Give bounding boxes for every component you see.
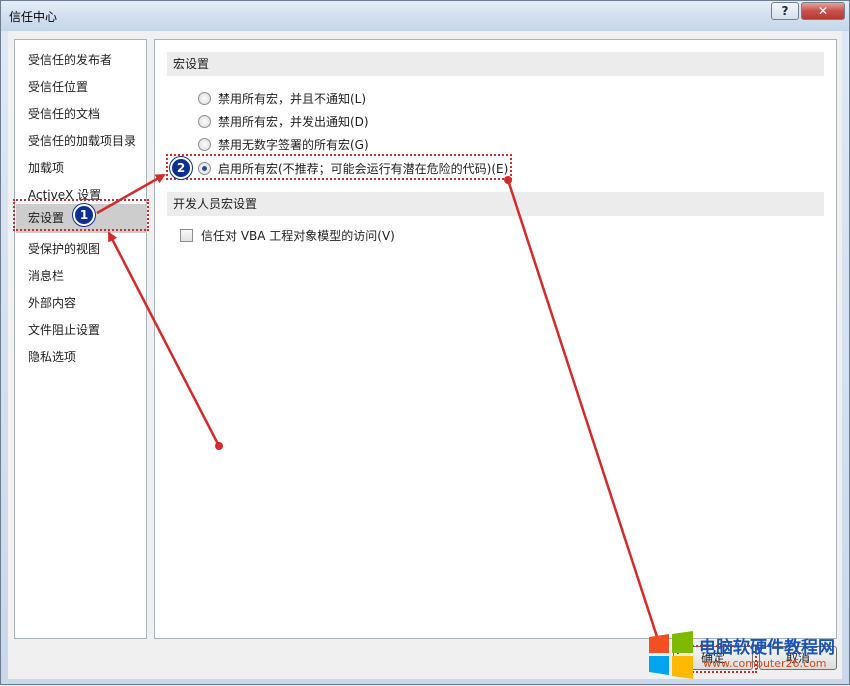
sidebar-item-privacy-options[interactable]: 隐私选项	[16, 345, 147, 369]
dialog-client-area: 受信任的发布者 受信任位置 受信任的文档 受信任的加载项目录 加载项 Activ…	[8, 31, 842, 679]
sidebar-item-message-bar[interactable]: 消息栏	[16, 264, 147, 288]
radio-disable-unsigned[interactable]: 禁用无数字签署的所有宏(G)	[198, 135, 369, 155]
radio-button[interactable]	[198, 138, 211, 151]
sidebar: 受信任的发布者 受信任位置 受信任的文档 受信任的加载项目录 加载项 Activ…	[14, 39, 147, 639]
trust-center-dialog: 信任中心 ? ✕ 受信任的发布者 受信任位置 受信任的文档 受信任的加载项目录 …	[0, 0, 850, 685]
sidebar-item-addins[interactable]: 加载项	[16, 156, 147, 180]
radio-disable-with-notify[interactable]: 禁用所有宏，并发出通知(D)	[198, 112, 369, 132]
radio-disable-no-notify[interactable]: 禁用所有宏，并且不通知(L)	[198, 89, 366, 109]
developer-settings-header: 开发人员宏设置	[167, 192, 824, 216]
sidebar-item-protected-view[interactable]: 受保护的视图	[16, 237, 147, 261]
window-title: 信任中心	[9, 10, 58, 24]
step-badge-2: 2	[170, 157, 192, 179]
sidebar-item-file-block-settings[interactable]: 文件阻止设置	[16, 318, 147, 342]
radio-label: 禁用所有宏，并发出通知(D)	[218, 115, 369, 129]
watermark: 电脑软硬件教程网 www.computer26.com	[647, 629, 847, 681]
help-button[interactable]: ?	[771, 2, 799, 20]
radio-button[interactable]	[198, 115, 211, 128]
radio-label: 禁用无数字签署的所有宏(G)	[218, 138, 369, 152]
step-badge-1: 1	[73, 204, 95, 226]
watermark-url: www.computer26.com	[703, 657, 827, 670]
sidebar-item-trusted-publishers[interactable]: 受信任的发布者	[16, 48, 147, 72]
settings-panel: 宏设置 禁用所有宏，并且不通知(L) 禁用所有宏，并发出通知(D) 禁用无数字签…	[154, 39, 837, 639]
windows-logo-icon	[649, 631, 693, 679]
sidebar-item-trusted-documents[interactable]: 受信任的文档	[16, 102, 147, 126]
macro-settings-header: 宏设置	[167, 52, 824, 76]
vba-trust-label: 信任对 VBA 工程对象模型的访问(V)	[201, 229, 395, 243]
watermark-title: 电脑软硬件教程网	[699, 638, 835, 658]
radio-label: 禁用所有宏，并且不通知(L)	[218, 92, 367, 106]
close-button[interactable]: ✕	[801, 2, 845, 20]
sidebar-item-external-content[interactable]: 外部内容	[16, 291, 147, 315]
sidebar-item-trusted-locations[interactable]: 受信任位置	[16, 75, 147, 99]
vba-trust-checkbox-row[interactable]: 信任对 VBA 工程对象模型的访问(V)	[180, 226, 395, 246]
vba-trust-checkbox[interactable]	[180, 229, 193, 242]
radio-button[interactable]	[198, 92, 211, 105]
sidebar-item-trusted-addin-catalogs[interactable]: 受信任的加载项目录	[16, 129, 147, 153]
title-bar[interactable]: 信任中心 ? ✕	[1, 1, 849, 31]
highlight-enable-all-macros	[166, 154, 512, 180]
